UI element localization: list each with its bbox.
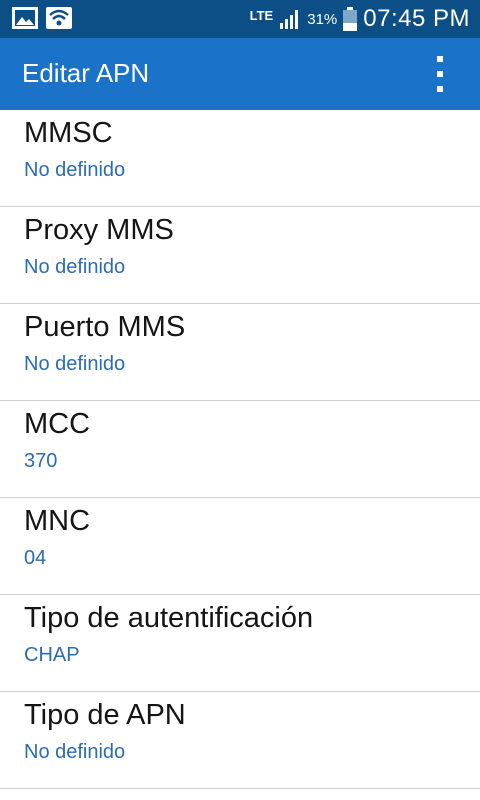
image-icon	[12, 7, 38, 29]
setting-item-tipo-apn[interactable]: Tipo de APN No definido	[0, 692, 480, 789]
more-vert-icon[interactable]	[430, 56, 450, 92]
battery-icon	[343, 7, 358, 31]
clock: 07:45 PM	[363, 5, 470, 32]
wifi-icon	[46, 7, 72, 29]
setting-item-mnc[interactable]: MNC 04	[0, 498, 480, 595]
setting-item-proxy-mms[interactable]: Proxy MMS No definido	[0, 207, 480, 304]
status-bar-notifications	[12, 7, 72, 29]
setting-value: CHAP	[24, 644, 80, 666]
setting-value: No definido	[24, 256, 126, 278]
setting-item-puerto-mms[interactable]: Puerto MMS No definido	[0, 304, 480, 401]
setting-title: Tipo de autentificación	[24, 602, 314, 634]
setting-value: 370	[24, 450, 58, 472]
signal-icon	[280, 10, 299, 29]
setting-item-mcc[interactable]: MCC 370	[0, 401, 480, 498]
app-bar: Editar APN	[0, 38, 480, 110]
setting-title: Proxy MMS	[24, 214, 174, 246]
setting-item-tipo-autentificacion[interactable]: Tipo de autentificación CHAP	[0, 595, 480, 692]
network-type-label: LTE	[249, 7, 274, 23]
setting-item-mmsc[interactable]: MMSC No definido	[0, 110, 480, 207]
setting-title: Tipo de APN	[24, 699, 186, 731]
setting-value: No definido	[24, 741, 126, 763]
setting-title: MNC	[24, 505, 91, 537]
setting-title: Puerto MMS	[24, 311, 186, 343]
setting-value: 04	[24, 547, 47, 569]
setting-value: No definido	[24, 159, 126, 181]
setting-title: MMSC	[24, 117, 113, 149]
battery-percent: 31%	[307, 10, 338, 28]
apn-settings-list: MMSC No definido Proxy MMS No definido P…	[0, 110, 480, 800]
status-bar-system: LTE 31% 07:45 PM	[250, 3, 470, 35]
setting-value: No definido	[24, 353, 126, 375]
setting-title: MCC	[24, 408, 91, 440]
status-bar: LTE 31% 07:45 PM	[0, 0, 480, 38]
page-title: Editar APN	[22, 58, 150, 88]
setting-item-partial[interactable]	[0, 789, 480, 800]
